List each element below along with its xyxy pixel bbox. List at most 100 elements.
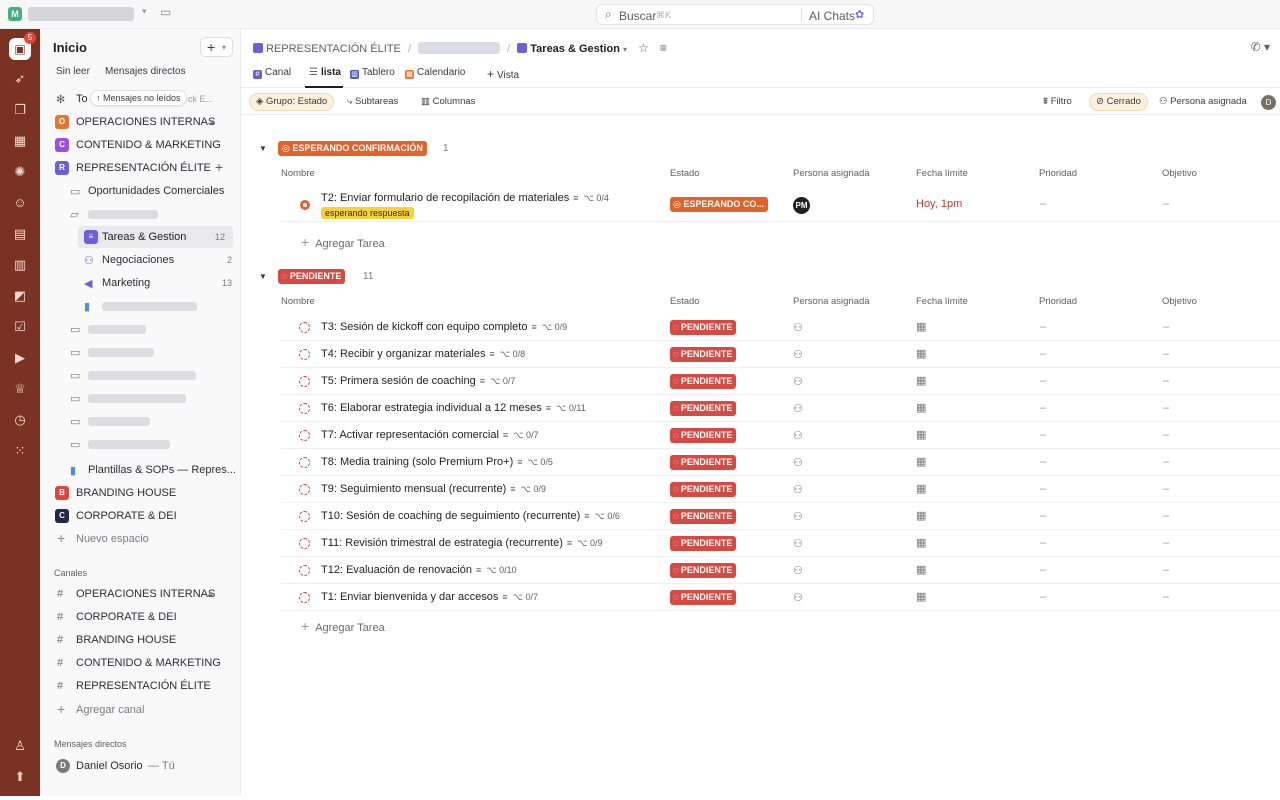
- sidebar-folder-blurred[interactable]: ▭: [40, 410, 240, 432]
- channel-item[interactable]: # CORPORATE & DEI: [40, 606, 240, 628]
- calendar-icon[interactable]: ▦: [916, 428, 926, 441]
- sidebar-folder-blurred[interactable]: ▭: [40, 433, 240, 455]
- priority-cell[interactable]: –: [1040, 564, 1046, 576]
- apps-grid-icon[interactable]: ⁙: [12, 443, 28, 459]
- dashboard-icon[interactable]: ▥: [12, 257, 28, 273]
- video-icon[interactable]: ▶: [12, 350, 28, 366]
- status-badge[interactable]: ◌ PENDIENTE: [670, 347, 737, 362]
- avatar[interactable]: PM: [793, 197, 810, 214]
- caret-down-icon[interactable]: ▼: [259, 272, 267, 281]
- tab-canal[interactable]: # Canal: [253, 67, 291, 79]
- assignee-icon[interactable]: ⚇: [793, 429, 803, 442]
- task-name[interactable]: T12: Evaluación de renovación ≡ ⌥ 0/10: [321, 564, 517, 576]
- assignee-icon[interactable]: ⚇: [793, 564, 803, 577]
- clock-icon[interactable]: ◷: [12, 412, 28, 428]
- task-name[interactable]: T10: Sesión de coaching de seguimiento (…: [321, 510, 620, 522]
- status-badge[interactable]: ◌ PENDIENTE: [670, 563, 737, 578]
- calendar-icon[interactable]: ▦: [916, 455, 926, 468]
- columns-button[interactable]: ▥ Columnas: [415, 93, 481, 111]
- sidebar-list-marketing[interactable]: ◀ Marketing 13: [40, 272, 240, 294]
- table-row[interactable]: T10: Sesión de coaching de seguimiento (…: [281, 503, 1280, 530]
- status-badge[interactable]: ◌ PENDIENTE: [670, 320, 737, 335]
- status-badge[interactable]: ◎ ESPERANDO CO...: [670, 197, 768, 212]
- assignee-icon[interactable]: ⚇: [793, 348, 803, 361]
- table-row[interactable]: T2: Enviar formulario de recopilación de…: [281, 186, 1280, 222]
- channel-item[interactable]: # REPRESENTACIÓN ÉLITE: [40, 675, 240, 697]
- team-icon[interactable]: ☺: [12, 195, 28, 211]
- status-icon[interactable]: [300, 200, 310, 210]
- table-row[interactable]: T12: Evaluación de renovación ≡ ⌥ 0/10 ◌ P…: [281, 557, 1280, 584]
- chevron-down-icon[interactable]: ▾: [623, 45, 627, 54]
- breadcrumb-folder-blurred[interactable]: [418, 42, 501, 54]
- table-row[interactable]: T11: Revisión trimestral de estrategia (…: [281, 530, 1280, 557]
- breadcrumb-list[interactable]: Tareas & Gestion: [530, 43, 620, 55]
- table-row[interactable]: T6: Elaborar estrategia individual a 12 …: [281, 395, 1280, 422]
- add-user-icon[interactable]: ♙: [12, 738, 28, 754]
- calendar-icon[interactable]: ▭: [160, 5, 171, 19]
- tag-badge[interactable]: esperando respuesta: [321, 207, 414, 219]
- objective-cell[interactable]: –: [1163, 537, 1169, 549]
- workspace-avatar[interactable]: M: [8, 7, 22, 21]
- workspace-name-blurred[interactable]: [28, 7, 134, 21]
- status-icon[interactable]: [299, 322, 310, 333]
- add-channel-button[interactable]: + Agregar canal: [40, 699, 240, 721]
- calendar-icon[interactable]: ▦: [916, 563, 926, 576]
- breadcrumb-space[interactable]: REPRESENTACIÓN ÉLITE: [266, 43, 401, 55]
- group-by-button[interactable]: ◈ Grupo: Estado: [249, 93, 335, 111]
- task-name[interactable]: T8: Media training (solo Premium Pro+) ≡ …: [321, 456, 553, 468]
- objective-cell[interactable]: –: [1163, 456, 1169, 468]
- priority-cell[interactable]: –: [1040, 537, 1046, 549]
- star-icon[interactable]: ☆: [638, 41, 649, 55]
- status-icon[interactable]: [299, 430, 310, 441]
- pulse-icon[interactable]: ◩: [12, 288, 28, 304]
- channel-item[interactable]: # CONTENIDO & MARKETING: [40, 652, 240, 674]
- dm-item[interactable]: D Daniel Osorio — Tú: [40, 755, 240, 777]
- status-badge[interactable]: ◌ PENDIENTE: [670, 509, 737, 524]
- filter-button[interactable]: ⩩ Filtro: [1037, 93, 1078, 111]
- assignee-icon[interactable]: ⚇: [793, 375, 803, 388]
- status-icon[interactable]: [299, 403, 310, 414]
- sidebar-space-representacion[interactable]: R REPRESENTACIÓN ÉLITE +: [40, 157, 240, 179]
- assignee-icon[interactable]: ⚇: [793, 321, 803, 334]
- sidebar-folder-blurred[interactable]: ▱: [40, 203, 240, 225]
- status-icon[interactable]: [299, 538, 310, 549]
- objective-cell[interactable]: –: [1163, 375, 1169, 387]
- channel-item[interactable]: # BRANDING HOUSE: [40, 629, 240, 651]
- status-icon[interactable]: [299, 592, 310, 603]
- upgrade-icon[interactable]: ⬆: [12, 769, 28, 785]
- status-icon[interactable]: [299, 376, 310, 387]
- objective-cell[interactable]: –: [1163, 321, 1169, 333]
- assignee-icon[interactable]: ⚇: [793, 456, 803, 469]
- add-task-button[interactable]: + Agregar Tarea: [301, 618, 385, 634]
- add-icon[interactable]: +: [215, 159, 223, 175]
- status-icon[interactable]: [299, 484, 310, 495]
- table-row[interactable]: T7: Activar representación comercial ≡ ⌥ …: [281, 422, 1280, 449]
- sidebar-folder-oportunidades[interactable]: ▭ Oportunidades Comerciales: [40, 180, 240, 202]
- task-name[interactable]: T4: Recibir y organizar materiales ≡ ⌥ 0/…: [321, 348, 525, 360]
- ai-icon[interactable]: ✺: [12, 164, 28, 180]
- status-icon[interactable]: [299, 511, 310, 522]
- status-badge[interactable]: ◌ PENDIENTE: [670, 455, 737, 470]
- objective-cell[interactable]: –: [1163, 402, 1169, 414]
- tab-tablero[interactable]: ▥ Tablero: [350, 67, 395, 79]
- priority-cell[interactable]: –: [1040, 483, 1046, 495]
- subtasks-button[interactable]: ⤷ Subtareas: [341, 93, 404, 111]
- create-button[interactable]: + ▾: [200, 37, 233, 57]
- tab-add-view[interactable]: + Vista: [487, 67, 519, 81]
- sidebar-space-branding[interactable]: B BRANDING HOUSE: [40, 482, 240, 504]
- calendar-icon[interactable]: ▦: [916, 509, 926, 522]
- caret-down-icon[interactable]: ▼: [259, 144, 267, 153]
- status-badge[interactable]: ◌ PENDIENTE: [670, 401, 737, 416]
- avatar[interactable]: D: [1261, 95, 1276, 110]
- table-row[interactable]: T8: Media training (solo Premium Pro+) ≡ …: [281, 449, 1280, 476]
- tab-calendario[interactable]: ▦ Calendario: [405, 67, 465, 79]
- sidebar-doc-blurred[interactable]: ▮: [40, 295, 240, 317]
- priority-cell[interactable]: –: [1040, 456, 1046, 468]
- trophy-icon[interactable]: ♕: [12, 381, 28, 397]
- objective-cell[interactable]: –: [1163, 483, 1169, 495]
- priority-cell[interactable]: –: [1040, 510, 1046, 522]
- priority-cell[interactable]: –: [1040, 429, 1046, 441]
- objective-cell[interactable]: –: [1163, 591, 1169, 603]
- table-row[interactable]: T4: Recibir y organizar materiales ≡ ⌥ 0/…: [281, 341, 1280, 368]
- tab-lista[interactable]: ☰ lista: [309, 67, 341, 78]
